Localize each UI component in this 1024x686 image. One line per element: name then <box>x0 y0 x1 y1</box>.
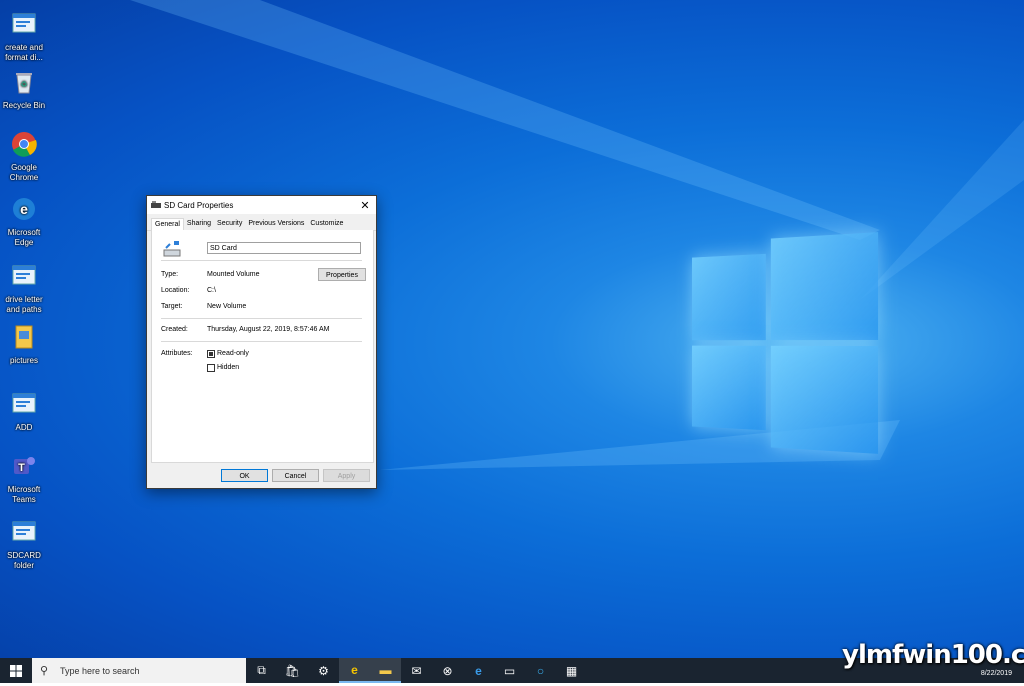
desktop-icon-create-format[interactable]: create and format di... <box>2 10 46 63</box>
desktop-icon-label: pictures <box>9 356 38 365</box>
settings-icon[interactable]: ⚙ <box>308 658 339 683</box>
taskbar-search-box[interactable]: ⚲ Type here to search <box>32 658 246 683</box>
desktop-icon-label: SDCARD folder <box>7 551 41 570</box>
mounted-drive-icon <box>163 241 181 257</box>
type-value: Mounted Volume <box>207 271 260 278</box>
target-value: New Volume <box>207 303 247 310</box>
desktop-background: create and format di... ♻ Recycle Bin Go… <box>0 0 1024 658</box>
drive-name-input[interactable]: SD Card <box>207 242 361 254</box>
desktop-icon-edge[interactable]: e Microsoft Edge <box>2 195 46 248</box>
readonly-checkbox[interactable] <box>207 350 215 358</box>
tray-date: 8/22/2019 <box>980 670 1012 677</box>
tab-sharing[interactable]: Sharing <box>184 218 214 230</box>
shortcut-icon <box>12 265 36 285</box>
readonly-label: Read-only <box>217 350 249 357</box>
teams-icon: T <box>14 457 35 474</box>
ok-button[interactable]: OK <box>221 469 268 482</box>
file-explorer-icon[interactable]: ▬ <box>370 658 401 683</box>
apply-button[interactable]: Apply <box>323 469 370 482</box>
shortcut-icon <box>12 393 36 413</box>
shortcut-icon <box>12 521 36 541</box>
divider <box>161 341 362 342</box>
hidden-label: Hidden <box>217 364 240 371</box>
general-tab-panel: SD Card Type: Mounted Volume Properties … <box>151 230 374 463</box>
desktop-icon-pictures[interactable]: pictures <box>2 323 46 366</box>
hidden-checkbox[interactable] <box>207 364 215 372</box>
svg-text:e: e <box>20 201 28 217</box>
drive-icon <box>151 201 161 208</box>
desktop-icon-label: Microsoft Teams <box>7 485 41 504</box>
watermark-text: ylmfwin100.com <box>842 640 1024 670</box>
sd-card-properties-dialog: SD Card Properties ✕ General Sharing Sec… <box>146 195 377 489</box>
close-icon[interactable]: ✕ <box>354 199 376 212</box>
divider <box>161 318 362 319</box>
created-value: Thursday, August 22, 2019, 8:57:46 AM <box>207 326 330 333</box>
edge-icon: e <box>13 198 35 220</box>
cortana-icon[interactable]: ○ <box>525 658 556 683</box>
properties-button[interactable]: Properties <box>318 268 366 281</box>
start-button[interactable] <box>0 658 32 683</box>
folder-icon <box>15 325 33 349</box>
store-icon[interactable]: 🛍 <box>277 658 308 683</box>
ie-icon[interactable]: e <box>339 658 370 683</box>
dialog-titlebar[interactable]: SD Card Properties ✕ <box>147 196 376 214</box>
svg-text:♻: ♻ <box>20 80 27 89</box>
desktop-icon-label: Recycle Bin <box>2 101 46 110</box>
desktop-icon-add[interactable]: ADD <box>2 390 46 433</box>
desktop-icon-label: drive letter and paths <box>5 295 43 314</box>
desktop-icon-teams[interactable]: T Microsoft Teams <box>2 452 46 505</box>
desktop-icon-label: Google Chrome <box>9 163 39 182</box>
tab-previous-versions[interactable]: Previous Versions <box>245 218 307 230</box>
tab-security[interactable]: Security <box>214 218 245 230</box>
desktop-icon-label: Microsoft Edge <box>7 228 41 247</box>
windows-logo <box>692 230 880 455</box>
target-label: Target: <box>161 303 183 310</box>
shortcut-icon <box>12 13 36 33</box>
search-icon: ⚲ <box>40 665 49 677</box>
cancel-button[interactable]: Cancel <box>272 469 319 482</box>
location-value: C:\ <box>207 287 216 294</box>
desktop-icon-chrome[interactable]: Google Chrome <box>2 130 46 183</box>
calculator-icon[interactable]: ▦ <box>556 658 587 683</box>
svg-text:T: T <box>18 462 25 474</box>
mail-icon[interactable]: ✉ <box>401 658 432 683</box>
recycle-bin-icon: ♻ <box>16 73 32 94</box>
divider <box>161 260 362 261</box>
desktop-icon-sdcard-folder[interactable]: SDCARD folder <box>2 518 46 571</box>
xbox-icon[interactable]: ⊗ <box>432 658 463 683</box>
terminal-icon[interactable]: ▭ <box>494 658 525 683</box>
dialog-tabs: General Sharing Security Previous Versio… <box>147 214 376 231</box>
search-placeholder: Type here to search <box>60 665 140 676</box>
desktop-icon-label: ADD <box>15 423 33 432</box>
edge-icon[interactable]: e <box>463 658 494 683</box>
chrome-icon <box>12 132 37 157</box>
task-view-icon[interactable]: ⧉ <box>246 658 277 683</box>
created-label: Created: <box>161 326 188 333</box>
desktop-icon-recycle-bin[interactable]: ♻ Recycle Bin <box>2 68 46 111</box>
desktop-icon-label: create and format di... <box>5 43 43 62</box>
desktop-icon-drive-letter[interactable]: drive letter and paths <box>2 262 46 315</box>
location-label: Location: <box>161 287 190 294</box>
attributes-label: Attributes: <box>161 350 193 357</box>
dialog-title: SD Card Properties <box>164 200 234 210</box>
windows-start-icon <box>10 664 22 677</box>
tab-customize[interactable]: Customize <box>307 218 346 230</box>
type-label: Type: <box>161 271 179 278</box>
